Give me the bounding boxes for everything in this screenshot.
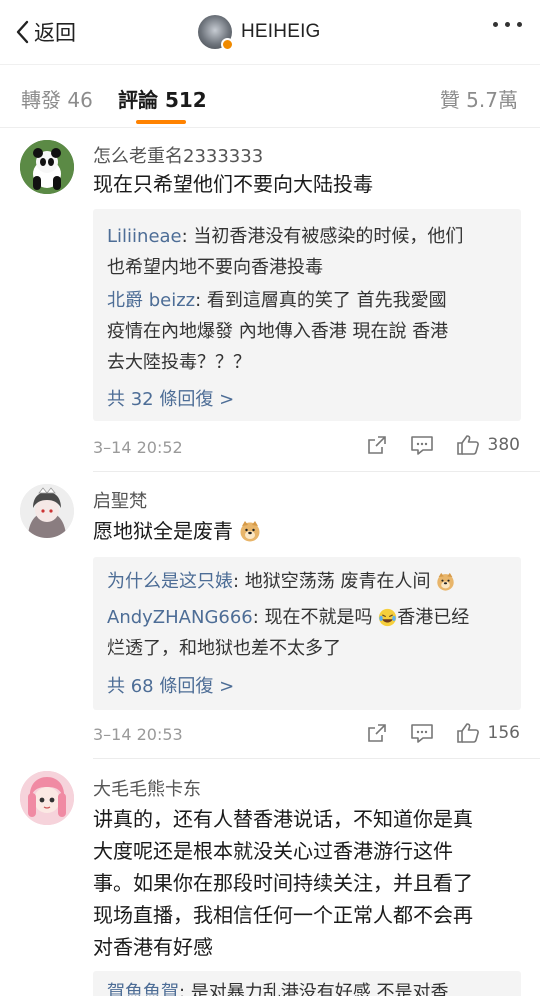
avatar[interactable]: [20, 771, 74, 825]
like-button[interactable]: 156: [456, 722, 520, 744]
reply-username[interactable]: 賀魚魚賀: [107, 982, 179, 996]
top-nav-bar: 返回 HEIHEIG: [0, 0, 540, 64]
reply-text: 看到這層真的笑了 首先我愛國: [206, 290, 447, 311]
reply-text: 疫情在內地爆發 內地傳入香港 現在說 香港: [107, 321, 449, 342]
avatar[interactable]: [20, 140, 74, 194]
active-tab-indicator: [136, 120, 186, 124]
reply-item: 賀魚魚賀: 是对暴力乱港没有好感 不是对香: [107, 977, 511, 996]
comment-username[interactable]: 怎么老重名2333333: [93, 142, 263, 168]
chevron-left-icon: [16, 20, 29, 44]
comment-actions: 156: [344, 722, 520, 744]
pink-hair-avatar-icon: [20, 771, 74, 825]
view-replies-link[interactable]: 共 68 條回復 >: [107, 672, 234, 698]
reply-text: 是对暴力乱港没有好感 不是对香: [190, 982, 449, 996]
replies-box[interactable]: 为什么是这只婊: 地狱空荡荡 废青在人间 AndyZHANG666: 现在不就是…: [93, 557, 521, 710]
reply-text: 也希望内地不要向香港投毒: [107, 257, 323, 278]
view-replies-link[interactable]: 共 32 條回復 >: [107, 385, 234, 411]
laugh-cry-emoji-icon: [379, 608, 397, 627]
comment-timestamp: 3–14 20:52: [93, 438, 183, 457]
reply-item: 为什么是这只婊: 地狱空荡荡 废青在人间: [107, 566, 511, 597]
comment-item: 启聖梵 愿地狱全是废青 为什么是这只婊: 地狱空荡荡 废青在人间 AndyZHA…: [0, 472, 540, 759]
comment-actions: 380: [344, 434, 520, 456]
comment-text-line: 事。如果你在那段时间持续关注，并且看了: [93, 871, 473, 895]
thumbs-up-icon: [456, 435, 479, 455]
back-label: 返回: [34, 21, 76, 45]
reply-text: 烂透了，和地狱也差不太多了: [107, 638, 341, 659]
author-header[interactable]: HEIHEIG: [198, 14, 321, 51]
thumbs-up-icon: [456, 723, 479, 743]
like-button[interactable]: 380: [456, 434, 520, 456]
comment-text: 讲真的，还有人替香港说话，不知道你是真 大度呢还是根本就没关心过香港游行这件 事…: [93, 803, 523, 963]
doge-emoji-icon: [437, 572, 454, 591]
comment-text-line: 现场直播，我相信任何一个正常人都不会再: [93, 903, 473, 927]
like-count: 380: [487, 435, 520, 455]
reply-text: 当初香港没有被感染的时候，他们: [193, 226, 464, 247]
comment-icon[interactable]: [410, 434, 434, 456]
avatar[interactable]: [20, 484, 74, 538]
comment-username[interactable]: 大毛毛熊卡东: [93, 775, 201, 801]
comment-item: 大毛毛熊卡东 讲真的，还有人替香港说话，不知道你是真 大度呢还是根本就没关心过香…: [0, 759, 540, 996]
reply-text: 地狱空荡荡 废青在人间: [244, 571, 431, 592]
comment-text-line: 讲真的，还有人替香港说话，不知道你是真: [93, 807, 473, 831]
doge-emoji-icon: [240, 521, 260, 542]
like-count: 156: [487, 723, 520, 743]
reply-username[interactable]: 北爵 beizz: [107, 290, 195, 311]
reply-item: Liliineae: 当初香港没有被感染的时候，他们 也希望内地不要向香港投毒: [107, 226, 464, 278]
comment-text-line: 现在只希望他们不要向大陆投毒: [93, 172, 373, 196]
author-name[interactable]: HEIHEIG: [241, 21, 321, 43]
comment-text: 现在只希望他们不要向大陆投毒: [93, 168, 523, 200]
tab-likes[interactable]: 贊 5.7萬: [440, 84, 518, 113]
reply-item: AndyZHANG666: 现在不就是吗 香港已经 烂透了，和地狱也差不太多了: [107, 607, 470, 659]
replies-box[interactable]: 賀魚魚賀: 是对暴力乱港没有好感 不是对香: [93, 971, 521, 996]
tab-comments[interactable]: 評論 512: [118, 84, 207, 113]
reply-username[interactable]: Liliineae: [107, 226, 182, 247]
reply-username[interactable]: AndyZHANG666: [107, 607, 253, 628]
reply-username[interactable]: 为什么是这只婊: [107, 571, 233, 592]
comment-item: 怎么老重名2333333 现在只希望他们不要向大陆投毒 Liliineae: 当…: [0, 128, 540, 472]
comment-timestamp: 3–14 20:53: [93, 725, 183, 744]
replies-box[interactable]: Liliineae: 当初香港没有被感染的时候，他们 也希望内地不要向香港投毒 …: [93, 209, 521, 421]
comment-text-line: 对香港有好感: [93, 935, 213, 959]
comment-text-line: 愿地狱全是废青: [93, 519, 233, 543]
share-icon[interactable]: [366, 434, 388, 456]
comment-username[interactable]: 启聖梵: [93, 487, 147, 513]
back-button[interactable]: 返回: [14, 16, 76, 48]
comment-icon[interactable]: [410, 722, 434, 744]
share-icon[interactable]: [366, 722, 388, 744]
verified-badge-icon: [221, 38, 234, 51]
tab-reposts[interactable]: 轉發 46: [21, 84, 93, 113]
reply-item: 北爵 beizz: 看到這層真的笑了 首先我愛國 疫情在內地爆發 內地傳入香港 …: [107, 290, 449, 373]
author-avatar[interactable]: [198, 15, 234, 51]
reply-text: 香港已经: [397, 607, 470, 628]
more-options-icon[interactable]: [493, 22, 522, 27]
comment-text-line: 大度呢还是根本就没关心过香港游行这件: [93, 839, 453, 863]
comment-text: 愿地狱全是废青: [93, 515, 523, 547]
anime-avatar-icon: [20, 484, 74, 538]
tab-bar: 轉發 46 評論 512 贊 5.7萬: [0, 64, 540, 129]
reply-text: 现在不就是吗: [264, 607, 373, 628]
reply-text: 去大陸投毒？？？: [107, 352, 251, 373]
panda-avatar-icon: [20, 140, 74, 194]
